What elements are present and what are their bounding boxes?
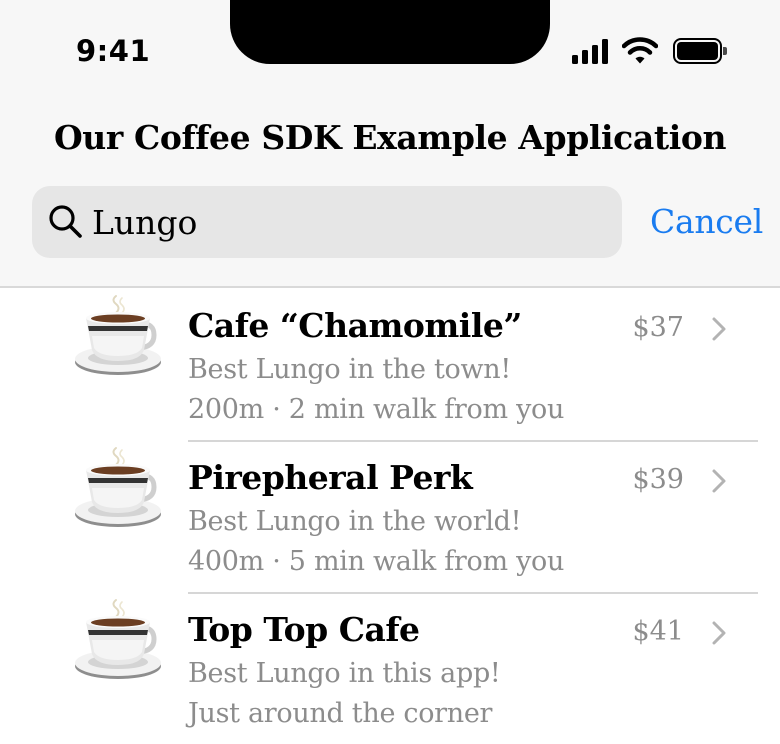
cafe-distance: 200m · 2 min walk from you <box>188 394 565 425</box>
chevron-right-icon <box>712 621 726 645</box>
cafe-description: Best Lungo in the town! <box>188 354 511 385</box>
search-icon <box>49 205 82 238</box>
search-input[interactable] <box>90 186 610 258</box>
coffee-cup-icon <box>75 599 161 679</box>
wifi-icon <box>622 37 658 64</box>
chevron-right-icon <box>712 317 726 341</box>
page-title: Our Coffee SDK Example Application <box>53 118 727 157</box>
cafe-name: Cafe “Chamomile” <box>188 306 522 345</box>
coffee-cup-icon <box>75 447 161 527</box>
cafe-price: $39 <box>632 464 684 495</box>
cafe-description: Best Lungo in this app! <box>188 658 501 689</box>
list-item[interactable]: Cafe “Chamomile” Best Lungo in the town!… <box>0 290 780 442</box>
results-list: Cafe “Chamomile” Best Lungo in the town!… <box>0 290 780 744</box>
list-item[interactable]: Top Top Cafe Best Lungo in this app! Jus… <box>0 594 780 744</box>
cafe-price: $37 <box>632 312 684 343</box>
navigation-header: 9:41 Our Coffee SDK Example Application … <box>0 0 780 288</box>
status-time: 9:41 <box>76 34 151 68</box>
battery-icon <box>673 38 727 64</box>
search-bar[interactable] <box>32 186 622 258</box>
cafe-distance: Just around the corner <box>188 698 493 729</box>
cellular-signal-icon <box>572 38 608 64</box>
chevron-right-icon <box>712 469 726 493</box>
cafe-description: Best Lungo in the world! <box>188 506 522 537</box>
cancel-button[interactable]: Cancel <box>650 202 763 241</box>
cafe-name: Top Top Cafe <box>188 610 420 649</box>
coffee-cup-icon <box>75 295 161 375</box>
cafe-distance: 400m · 5 min walk from you <box>188 546 565 577</box>
cafe-name: Pirepheral Perk <box>188 458 473 497</box>
list-item[interactable]: Pirepheral Perk Best Lungo in the world!… <box>0 442 780 594</box>
device-notch <box>230 0 550 64</box>
cafe-price: $41 <box>632 616 684 647</box>
